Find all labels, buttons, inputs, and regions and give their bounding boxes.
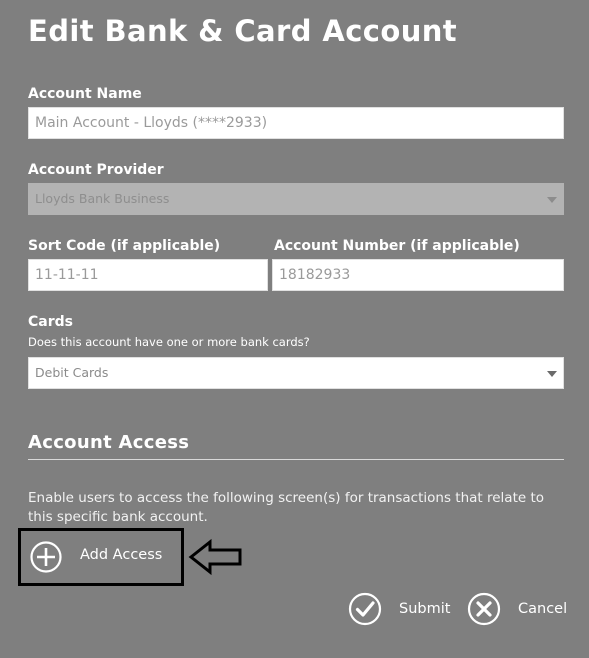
cancel-button[interactable]: Cancel [467, 592, 567, 626]
account-provider-select: Lloyds Bank Business [28, 183, 564, 215]
cards-label: Cards [28, 314, 73, 330]
account-access-description: Enable users to access the following scr… [28, 490, 545, 525]
account-provider-value: Lloyds Bank Business [35, 191, 170, 206]
submit-button[interactable]: Submit [348, 592, 450, 626]
page-title: Edit Bank & Card Account [28, 14, 458, 48]
cancel-label: Cancel [518, 601, 568, 617]
chevron-down-icon [547, 371, 557, 377]
account-name-input[interactable]: Main Account - Lloyds (****2933) [28, 107, 564, 139]
chevron-down-icon [547, 197, 557, 203]
plus-circle-icon [30, 541, 62, 573]
account-number-input[interactable]: 18182933 [272, 259, 564, 291]
add-access-button[interactable]: Add Access [18, 528, 184, 586]
cards-select[interactable]: Debit Cards [28, 357, 564, 389]
left-arrow-icon [188, 538, 242, 576]
account-name-label: Account Name [28, 86, 142, 102]
account-provider-label: Account Provider [28, 162, 164, 178]
sort-code-input[interactable]: 11-11-11 [28, 259, 268, 291]
sort-code-label: Sort Code (if applicable) [28, 238, 221, 254]
add-access-label: Add Access [80, 547, 163, 563]
account-number-label: Account Number (if applicable) [274, 238, 520, 254]
check-circle-icon [348, 592, 382, 626]
cards-help-text: Does this account have one or more bank … [28, 335, 310, 349]
section-divider [28, 459, 564, 460]
account-access-heading: Account Access [28, 432, 190, 453]
cards-value: Debit Cards [35, 365, 109, 380]
submit-label: Submit [399, 601, 451, 617]
x-circle-icon [467, 592, 501, 626]
